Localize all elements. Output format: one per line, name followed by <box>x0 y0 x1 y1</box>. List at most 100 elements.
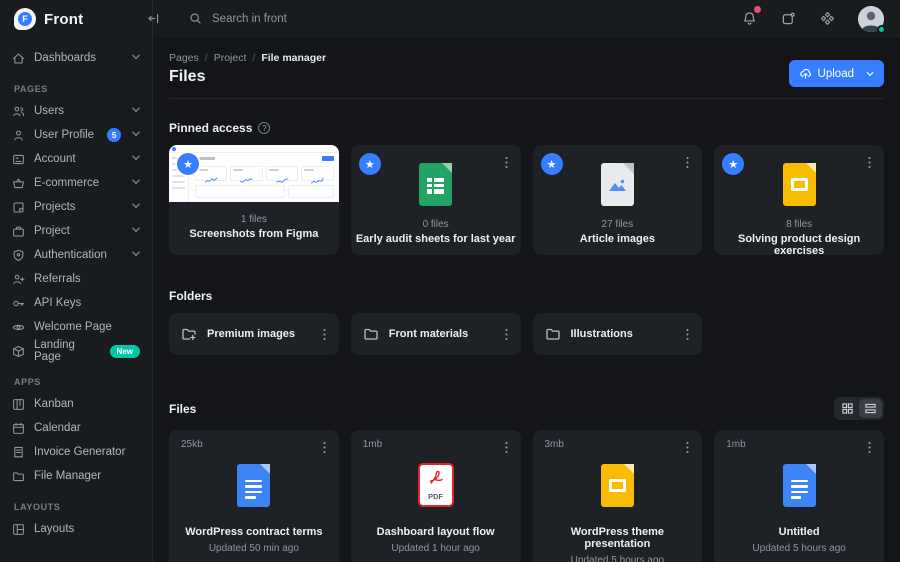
sidebar-item-users[interactable]: Users <box>0 99 152 123</box>
sidebar-item-welcome-page[interactable]: Welcome Page <box>0 315 152 339</box>
notifications-button[interactable] <box>741 6 761 27</box>
folder-name: Front materials <box>388 328 469 340</box>
folder-icon <box>545 328 560 340</box>
file-card-dashboard-layout[interactable]: 1mb PDF Dashboard layout flow Updated 1 … <box>350 430 521 562</box>
file-menu-button[interactable] <box>321 439 328 456</box>
pin-star-badge[interactable]: ★ <box>177 153 199 175</box>
chevron-down-icon <box>132 249 140 261</box>
sidebar: F Front Dashboards Pages Users User Prof… <box>0 0 153 562</box>
card-menu-button[interactable] <box>503 154 510 171</box>
eye-icon <box>12 324 25 330</box>
apps-launcher-button[interactable] <box>819 10 836 27</box>
image-file-icon <box>600 162 634 206</box>
upload-button[interactable]: Upload <box>788 60 884 87</box>
file-manager-app: F Front Dashboards Pages Users User Prof… <box>0 0 900 562</box>
sidebar-item-account[interactable]: Account <box>0 147 152 171</box>
file-card-theme-presentation[interactable]: 3mb WordPress theme presentation Updated… <box>532 430 703 562</box>
google-slides-icon <box>600 463 634 507</box>
card-menu-button[interactable] <box>866 154 873 171</box>
top-navbar <box>147 0 900 38</box>
sidebar-item-kanban[interactable]: Kanban <box>0 392 152 416</box>
sidebar-item-projects[interactable]: Projects <box>0 195 152 219</box>
sidebar-item-ecommerce[interactable]: E-commerce <box>0 171 152 195</box>
upload-dropdown-chevron[interactable] <box>866 70 874 78</box>
folder-menu-button[interactable] <box>321 326 328 343</box>
folder-card-front-materials[interactable]: Front materials <box>350 313 521 355</box>
pinned-grid: ★ 1 files Screenshots from Figma ★ 0 fil… <box>169 145 884 257</box>
breadcrumb-pages[interactable]: Pages <box>169 52 199 64</box>
sidebar-section-layouts: Layouts <box>14 502 61 512</box>
google-docs-icon <box>237 463 271 507</box>
file-updated: Updated 50 min ago <box>208 543 299 554</box>
browse-pages-button[interactable] <box>780 10 797 27</box>
pinned-card-screenshots[interactable]: ★ 1 files Screenshots from Figma <box>169 145 339 255</box>
breadcrumb-current: File manager <box>261 52 327 64</box>
folder-menu-button[interactable] <box>684 326 691 343</box>
folder-menu-button[interactable] <box>503 326 510 343</box>
breadcrumb-project[interactable]: Project <box>214 52 247 64</box>
front-logo-icon: F <box>14 8 36 30</box>
pinned-card-design-exercises[interactable]: ★ 8 files Solving product design exercis… <box>714 145 884 257</box>
file-menu-button[interactable] <box>503 439 510 456</box>
file-size: 25kb <box>181 439 203 450</box>
card-menu-button[interactable] <box>684 154 691 171</box>
pinned-card-article-images[interactable]: ★ 27 files Article images <box>532 145 703 255</box>
grid-view-icon <box>842 403 853 414</box>
files-grid: 25kb WordPress contract terms Updated 50… <box>169 430 884 562</box>
search-input[interactable] <box>212 12 512 25</box>
global-search[interactable] <box>189 12 741 25</box>
file-card-wordpress-contract[interactable]: 25kb WordPress contract terms Updated 50… <box>169 430 339 562</box>
online-status-dot <box>877 24 886 34</box>
file-title: Dashboard layout flow <box>376 526 495 538</box>
sidebar-item-file-manager[interactable]: File Manager <box>0 464 152 488</box>
shield-icon <box>13 249 24 261</box>
file-menu-button[interactable] <box>866 439 873 456</box>
google-sheets-icon <box>419 162 453 206</box>
pin-star-badge[interactable]: ★ <box>540 153 563 175</box>
folder-name: Illustrations <box>570 328 633 340</box>
sidebar-item-api-keys[interactable]: API Keys <box>0 291 152 315</box>
sidebar-collapse-button[interactable] <box>143 9 163 29</box>
list-view-button[interactable] <box>859 399 882 418</box>
key-icon <box>13 300 24 306</box>
chevron-down-icon <box>132 201 140 213</box>
receipt-icon <box>14 446 23 458</box>
pinned-file-count: 1 files <box>240 214 267 225</box>
brand-name: Front <box>44 10 84 28</box>
sidebar-item-dashboards[interactable]: Dashboards <box>0 46 152 70</box>
brand-logo[interactable]: F Front <box>0 0 152 38</box>
pinned-card-audit-sheets[interactable]: ★ 0 files Early audit sheets for last ye… <box>350 145 521 255</box>
bell-icon <box>743 12 756 25</box>
person-plus-icon <box>13 274 25 284</box>
sidebar-item-project[interactable]: Project <box>0 219 152 243</box>
help-icon[interactable]: ? <box>258 122 271 134</box>
sidebar-item-calendar[interactable]: Calendar <box>0 416 152 440</box>
chevron-down-icon <box>132 153 140 165</box>
sidebar-item-invoice-generator[interactable]: Invoice Generator <box>0 440 152 464</box>
folder-card-illustrations[interactable]: Illustrations <box>532 313 703 355</box>
dashboard-screenshot-thumbnail <box>169 145 339 202</box>
google-slides-icon <box>782 162 816 206</box>
sidebar-item-layouts[interactable]: Layouts <box>0 517 152 541</box>
notification-dot <box>754 6 761 13</box>
package-icon <box>13 345 24 357</box>
folder-card-premium-images[interactable]: Premium images <box>169 313 339 355</box>
view-toggle-group <box>834 397 884 420</box>
grid-view-button[interactable] <box>836 399 859 418</box>
folder-name: Premium images <box>207 328 296 340</box>
clipboard-icon <box>13 202 24 212</box>
folder-icon <box>13 471 24 481</box>
file-card-untitled[interactable]: 1mb Untitled Updated 5 hours ago <box>714 430 884 562</box>
sidebar-item-landing-page[interactable]: Landing Page New <box>0 339 152 363</box>
briefcase-icon <box>13 226 24 236</box>
sidebar-item-user-profile[interactable]: User Profile 5 <box>0 123 152 147</box>
file-menu-button[interactable] <box>684 439 691 456</box>
calendar-icon <box>13 422 24 434</box>
sidebar-item-authentication[interactable]: Authentication <box>0 243 152 267</box>
file-updated: Updated 5 hours ago <box>570 555 665 562</box>
pinned-file-count: 0 files <box>422 219 449 230</box>
pin-star-badge[interactable]: ★ <box>358 153 381 175</box>
sidebar-nav: Dashboards Pages Users User Profile 5 Ac… <box>0 38 152 541</box>
user-avatar[interactable] <box>858 5 886 34</box>
sidebar-item-referrals[interactable]: Referrals <box>0 267 152 291</box>
